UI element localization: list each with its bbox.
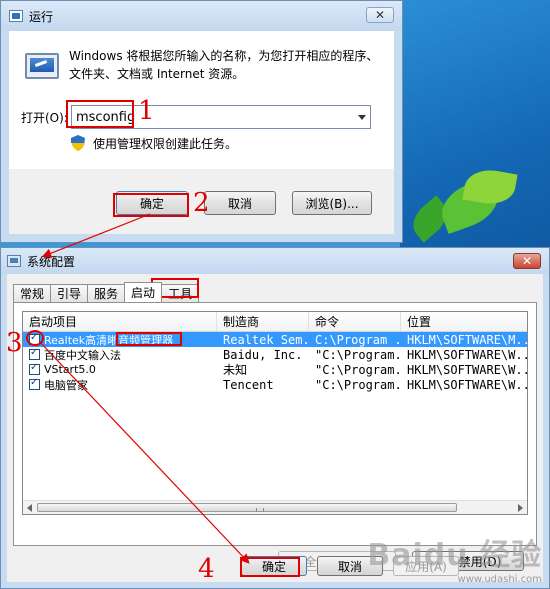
row-command: "C:\Program... <box>315 347 401 362</box>
admin-note: 使用管理权限创建此任务。 <box>93 137 238 151</box>
startup-checkbox[interactable] <box>29 377 40 390</box>
config-title-icon <box>7 255 21 267</box>
startup-list: 启动项目 制造商 命令 位置 Realtek高清晰音频管理器 Realtek S… <box>22 311 528 515</box>
table-row[interactable]: Realtek高清晰音频管理器 Realtek Sem... C:\Progra… <box>23 332 527 347</box>
row-location: HKLM\SOFTWARE\W... <box>407 377 527 392</box>
table-row[interactable]: 百度中文输入法 Baidu, Inc. "C:\Program... HKLM\… <box>23 347 527 362</box>
close-button[interactable]: ✕ <box>513 253 541 269</box>
tab-tools[interactable]: 工具 <box>161 284 200 302</box>
tab-general[interactable]: 常规 <box>13 284 52 302</box>
row-name: VStart5.0 <box>44 363 96 376</box>
column-header-maker[interactable]: 制造商 <box>217 312 309 331</box>
row-name-cell: 电脑管家 <box>23 377 217 392</box>
column-header-item[interactable]: 启动项目 <box>23 312 217 331</box>
scroll-right-icon[interactable] <box>518 504 523 512</box>
scroll-left-icon[interactable] <box>27 504 32 512</box>
tab-boot[interactable]: 引导 <box>50 284 89 302</box>
tab-startup[interactable]: 启动 <box>124 282 163 302</box>
system-config-dialog: 系统配置 ✕ 常规 引导 服务 启动 工具 启动项目 制造商 命令 位置 ✓ R… <box>0 247 550 589</box>
grip-icon <box>256 508 264 512</box>
row-command: "C:\Program... <box>315 362 401 377</box>
apply-button[interactable]: 应用(A) <box>393 556 459 576</box>
ok-button[interactable]: 确定 <box>116 191 188 215</box>
row-maker: Baidu, Inc. <box>223 347 303 362</box>
run-body: Windows 将根据您所输入的名称，为您打开相应的程序、文件夹、文档或 Int… <box>9 31 394 169</box>
row-command: "C:\Program... <box>315 377 401 392</box>
row-location: HKLM\SOFTWARE\M... <box>407 332 527 347</box>
row-name-cell: VStart5.0 <box>23 362 217 377</box>
column-header-command[interactable]: 命令 <box>309 312 401 331</box>
row-name-cell: Realtek高清晰音频管理器 <box>23 332 217 347</box>
startup-checkbox[interactable] <box>29 332 40 345</box>
row-location: HKLM\SOFTWARE\W... <box>407 362 527 377</box>
table-row[interactable]: 电脑管家 Tencent "C:\Program... HKLM\SOFTWAR… <box>23 377 527 392</box>
shield-icon <box>71 135 85 151</box>
cancel-button[interactable]: 取消 <box>317 556 383 576</box>
row-name-cell: 百度中文输入法 <box>23 347 217 362</box>
config-title: 系统配置 <box>27 254 76 269</box>
row-maker: 未知 <box>223 363 248 377</box>
run-title-icon <box>9 10 23 22</box>
scrollbar-thumb[interactable] <box>37 503 457 512</box>
row-location: HKLM\SOFTWARE\W... <box>407 347 527 362</box>
table-row[interactable]: VStart5.0 未知 "C:\Program... HKLM\SOFTWAR… <box>23 362 527 377</box>
list-header: 启动项目 制造商 命令 位置 <box>23 312 527 332</box>
row-command: C:\Program ... <box>315 332 401 347</box>
row-name: 电脑管家 <box>44 378 88 392</box>
horizontal-scrollbar[interactable] <box>23 500 527 514</box>
column-header-location[interactable]: 位置 <box>401 312 527 331</box>
tab-strip: 常规 引导 服务 启动 工具 <box>13 282 200 302</box>
run-title: 运行 <box>29 9 54 24</box>
cancel-button[interactable]: 取消 <box>204 191 276 215</box>
open-combobox[interactable]: msconfig <box>71 105 371 129</box>
run-footer: 确定 取消 浏览(B)... <box>9 169 394 234</box>
startup-checkbox[interactable] <box>29 347 40 360</box>
row-name: 百度中文输入法 <box>44 348 121 362</box>
startup-tab-page: 启动项目 制造商 命令 位置 Realtek高清晰音频管理器 Realtek S… <box>13 302 537 571</box>
browse-button[interactable]: 浏览(B)... <box>292 191 372 215</box>
startup-checkbox[interactable] <box>29 362 40 375</box>
close-button[interactable]: ✕ <box>366 7 394 23</box>
run-app-icon <box>25 53 59 79</box>
run-titlebar: 运行 <box>1 1 402 31</box>
chevron-down-icon[interactable] <box>358 115 366 120</box>
row-maker: Tencent <box>223 377 274 392</box>
run-description: Windows 将根据您所输入的名称，为您打开相应的程序、文件夹、文档或 Int… <box>69 49 379 81</box>
run-dialog: 运行 ✕ Windows 将根据您所输入的名称，为您打开相应的程序、文件夹、文档… <box>0 0 403 243</box>
ok-button[interactable]: 确定 <box>241 556 307 576</box>
config-panel: 常规 引导 服务 启动 工具 启动项目 制造商 命令 位置 Realtek高清晰… <box>7 274 543 582</box>
open-input-value[interactable]: msconfig <box>76 110 135 125</box>
open-label: 打开(O): <box>21 111 68 125</box>
row-maker: Realtek Sem... <box>223 332 309 347</box>
tab-services[interactable]: 服务 <box>87 284 126 302</box>
row-name: Realtek高清晰音频管理器 <box>44 333 174 347</box>
config-titlebar: 系统配置 <box>1 248 549 274</box>
